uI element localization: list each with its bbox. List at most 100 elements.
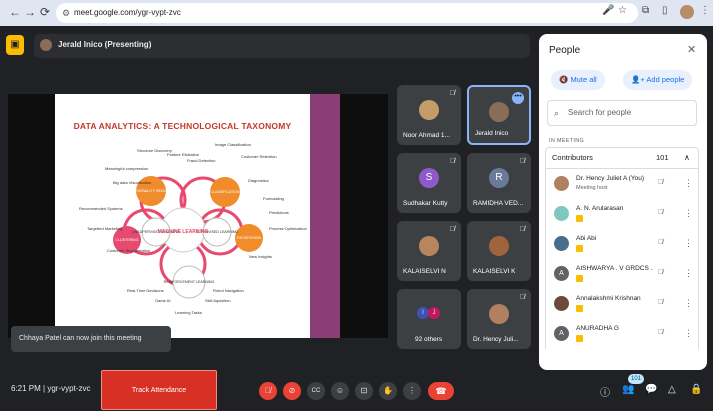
hang-up-icon[interactable]: ☎ — [428, 382, 454, 400]
participant-name: Jerald Inico — [475, 130, 509, 137]
node-label: REGRESSION — [237, 236, 261, 240]
more-options-icon[interactable]: ⋮ — [684, 328, 693, 339]
more-options-icon[interactable]: ⋮ — [684, 238, 693, 249]
captions-icon[interactable]: CC — [307, 382, 325, 400]
more-options-icon[interactable]: ⋮ — [684, 178, 693, 189]
host-controls-icon[interactable]: 🔒 — [690, 384, 702, 395]
list-item[interactable]: A AISHWARYA . V GRDCS ... 🎙̸ ⋮ — [545, 259, 699, 289]
badge-icon — [576, 275, 583, 282]
participant-tile[interactable]: 🎙̸ KALAISELVI K — [467, 221, 531, 281]
participant-name: KALAISELVI N — [403, 268, 446, 275]
person-role: Meeting host — [576, 185, 608, 191]
track-attendance-button[interactable]: Track Attendance — [101, 370, 217, 410]
diagram-label: Real-Time Decisions — [127, 288, 164, 293]
muted-mic-icon: 🎙̸ — [449, 90, 455, 97]
avatar: A — [554, 326, 569, 341]
diagram-label: Skill Aquisition — [205, 298, 231, 303]
node-label: CLUSTERING — [115, 238, 138, 242]
people-panel: People ✕ 🔇 Mute all 👤+ Add people ⌕ Sear… — [539, 34, 707, 370]
presentation-icon[interactable]: ▣ — [6, 35, 24, 55]
participant-photo — [419, 100, 439, 120]
muted-mic-icon: 🎙̸ — [658, 329, 664, 336]
participant-tile[interactable]: 🎙̸ KALAISELVI N — [397, 221, 461, 281]
diagram-label: Customer Retention — [241, 154, 277, 159]
participant-photo — [489, 304, 509, 324]
emoji-icon[interactable]: ☺ — [331, 382, 349, 400]
list-item[interactable]: Abi Abi 🎙̸ ⋮ — [545, 229, 699, 259]
extensions-icon[interactable]: ⧉ — [642, 5, 649, 16]
mute-icon: 🔇 — [559, 75, 571, 84]
badge-icon — [576, 245, 583, 252]
star-icon[interactable]: ☆ — [618, 5, 627, 16]
person-name: Annalakshmi Krishnan — [576, 295, 641, 302]
contributors-count: 101 — [656, 153, 669, 162]
browser-toolbar: ← → ⟳ ⚙ meet.google.com/ygr-vypt-zvc 🎤 ☆… — [0, 0, 713, 26]
others-count: 92 others — [415, 336, 443, 343]
list-item[interactable]: Annalakshmi Krishnan 🎙̸ ⋮ — [545, 289, 699, 319]
add-people-button[interactable]: 👤+ Add people — [623, 70, 693, 90]
chat-icon[interactable]: 💬 — [645, 384, 657, 395]
present-icon[interactable]: ⊡ — [355, 382, 373, 400]
browser-menu-icon[interactable]: ⋮ — [700, 5, 710, 16]
site-info-icon[interactable]: ⚙ — [62, 3, 70, 23]
participant-tile[interactable]: 🎙̸ Dr. Hency Juli... — [467, 289, 531, 349]
list-item[interactable]: A. N. Arularasan 🎙̸ ⋮ — [545, 199, 699, 229]
slide-decoration — [310, 94, 340, 338]
more-options-icon[interactable]: ⋮ — [684, 208, 693, 219]
chevron-up-icon[interactable]: ∧ — [684, 148, 690, 168]
diagram-label: Predictions — [269, 210, 289, 215]
participant-letter-avatar: S — [419, 168, 439, 188]
person-name: Dr. Hency Juliet A (You) — [576, 175, 645, 182]
people-icon[interactable]: 👥 — [622, 384, 634, 395]
node-label: DIMENSIONALITY REDUCTION — [125, 189, 178, 193]
participant-name: KALAISELVI K — [473, 268, 516, 275]
others-tile[interactable]: I J 92 others — [397, 289, 461, 349]
camera-off-icon[interactable]: ⊘ — [283, 382, 301, 400]
participant-name: RAMIDHA VED... — [473, 200, 524, 207]
more-options-icon[interactable]: ⋮ — [684, 298, 693, 309]
close-icon[interactable]: ✕ — [687, 43, 696, 56]
diagram-label: Fraud Detection — [187, 158, 215, 163]
meeting-time: 6:21 PM | ygr-vypt-zvc — [11, 384, 90, 393]
diagram-label: New Insights — [249, 254, 272, 259]
person-name: A. N. Arularasan — [576, 205, 624, 212]
diagram-label: Diagnostics — [248, 178, 269, 183]
address-bar[interactable]: ⚙ meet.google.com/ygr-vypt-zvc — [56, 3, 638, 23]
back-icon[interactable]: ← — [7, 5, 23, 19]
participant-tile-active[interactable]: ••• Jerald Inico — [467, 85, 531, 145]
more-options-icon[interactable]: ⋮ — [684, 268, 693, 279]
raise-hand-icon[interactable]: ✋ — [379, 382, 397, 400]
meeting-code: ygr-vypt-zvc — [47, 384, 91, 393]
mic-off-icon[interactable]: 🎙̸ — [259, 382, 277, 400]
muted-mic-icon: 🎙̸ — [449, 226, 455, 233]
tile-more-options-icon[interactable]: ••• — [512, 92, 524, 104]
participant-photo — [419, 236, 439, 256]
mute-all-button[interactable]: 🔇 Mute all — [551, 70, 605, 90]
more-options-icon[interactable]: ⋮ — [403, 382, 421, 400]
contributors-header[interactable]: Contributors 101 ∧ — [545, 147, 699, 169]
muted-mic-icon: 🎙̸ — [449, 158, 455, 165]
sidebar-icon[interactable]: ▯ — [662, 5, 668, 16]
forward-icon[interactable]: → — [22, 5, 38, 19]
avatar — [554, 206, 569, 221]
activities-icon[interactable]: △ — [668, 384, 676, 395]
profile-avatar[interactable] — [680, 5, 694, 19]
list-item[interactable]: Dr. Hency Juliet A (You) Meeting host 🎙̸… — [545, 169, 699, 199]
participant-tile[interactable]: 🎙̸ Noor Ahmad 1... — [397, 85, 461, 145]
person-name: AISHWARYA . V GRDCS ... — [576, 265, 652, 272]
slide-title: DATA ANALYTICS: A TECHNOLOGICAL TAXONOMY — [73, 121, 292, 131]
meet-window: ▣ Jerald Inico (Presenting) DATA ANALYTI… — [0, 26, 713, 411]
avatar — [554, 176, 569, 191]
presentation-stage: DATA ANALYTICS: A TECHNOLOGICAL TAXONOMY… — [8, 94, 388, 338]
participant-tile[interactable]: 🎙̸ R RAMIDHA VED... — [467, 153, 531, 213]
reload-icon[interactable]: ⟳ — [37, 5, 53, 19]
diagram-label: Image Classification — [215, 142, 251, 147]
participant-tile[interactable]: 🎙̸ S Sudhakar Kutty — [397, 153, 461, 213]
search-input[interactable]: ⌕ Search for people — [547, 100, 697, 126]
mic-icon[interactable]: 🎤 — [602, 5, 614, 16]
avatar — [554, 296, 569, 311]
muted-mic-icon: 🎙̸ — [658, 179, 664, 186]
list-item[interactable]: A ANURADHA G 🎙̸ ⋮ — [545, 319, 699, 349]
info-icon[interactable]: ⓘ — [600, 384, 610, 399]
url-text: meet.google.com/ygr-vypt-zvc — [74, 8, 181, 17]
